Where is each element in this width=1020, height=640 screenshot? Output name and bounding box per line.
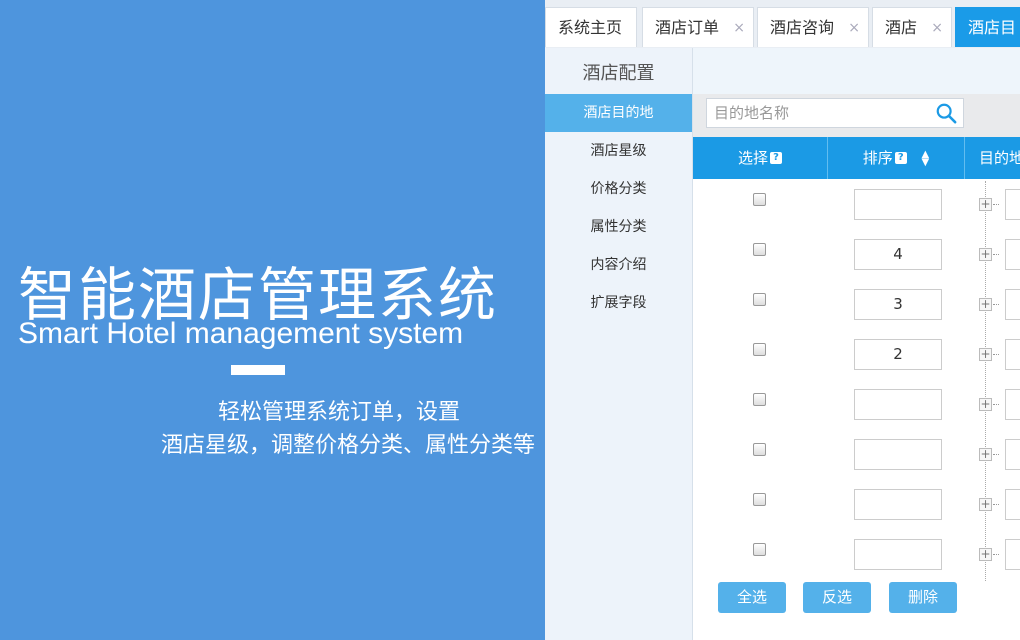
tab-hotel-orders[interactable]: 酒店订单 ×: [642, 7, 754, 47]
select-all-button[interactable]: 全选: [718, 582, 786, 613]
row-checkbox[interactable]: [753, 493, 766, 506]
col-destination-label: 目的地: [979, 149, 1020, 167]
expand-icon[interactable]: +: [979, 298, 992, 311]
hero-subtitle: Smart Hotel management system: [18, 317, 464, 350]
order-input[interactable]: [854, 489, 942, 520]
tree-connector: [993, 454, 999, 455]
tree-connector: [993, 504, 999, 505]
sidebar-title: 酒店配置: [582, 63, 655, 84]
tab-label: 酒店订单: [655, 18, 720, 37]
main-content: 目的地名称 选择? 排序? ▲ ▼ 目的地 + 4 + 3 + 2 + + + …: [693, 48, 1020, 640]
col-destination: 目的地: [965, 137, 1020, 179]
table-row: +: [693, 179, 1020, 229]
tab-home[interactable]: 系统主页: [545, 7, 637, 47]
row-checkbox[interactable]: [753, 243, 766, 256]
search-icon[interactable]: [935, 102, 957, 124]
sidebar-item-extension-fields[interactable]: 扩展字段: [545, 284, 692, 322]
hero-desc-line2: 酒店星级，调整价格分类、属性分类等: [160, 433, 535, 458]
table-row: +: [693, 479, 1020, 529]
help-icon[interactable]: ?: [770, 152, 782, 164]
tab-label: 酒店: [885, 18, 918, 37]
sidebar-item-content-intro[interactable]: 内容介绍: [545, 246, 692, 284]
expand-icon[interactable]: +: [979, 548, 992, 561]
table-row: 4 +: [693, 229, 1020, 279]
expand-icon[interactable]: +: [979, 248, 992, 261]
tab-hotel-inquiry[interactable]: 酒店咨询 ×: [757, 7, 869, 47]
expand-icon[interactable]: +: [979, 398, 992, 411]
tree-connector: [993, 304, 999, 305]
col-order-label: 排序: [862, 149, 893, 167]
destination-input[interactable]: [1005, 289, 1020, 320]
close-icon[interactable]: ×: [733, 8, 745, 48]
order-input[interactable]: 4: [854, 239, 942, 270]
search-input[interactable]: 目的地名称: [706, 98, 964, 128]
order-input[interactable]: 3: [854, 289, 942, 320]
order-input[interactable]: [854, 189, 942, 220]
table-header: 选择? 排序? ▲ ▼ 目的地: [693, 137, 1020, 179]
order-input[interactable]: [854, 389, 942, 420]
tree-connector: [993, 404, 999, 405]
filter-strip: [693, 48, 1020, 95]
row-checkbox[interactable]: [753, 343, 766, 356]
tab-hotel-destination[interactable]: 酒店目: [955, 7, 1020, 47]
row-checkbox[interactable]: [753, 443, 766, 456]
col-order[interactable]: 排序? ▲ ▼: [828, 137, 965, 179]
tab-label: 系统主页: [558, 18, 623, 37]
col-select-label: 选择: [737, 149, 768, 167]
table-row: +: [693, 529, 1020, 579]
sidebar-item-star-rating[interactable]: 酒店星级: [545, 132, 692, 170]
destination-input[interactable]: [1005, 239, 1020, 270]
app-window: 系统主页 酒店订单 × 酒店咨询 × 酒店 × 酒店目 酒店配置 酒店目的地 酒…: [545, 0, 1020, 640]
hero-panel: 智能酒店管理系统 Smart Hotel management system 轻…: [0, 0, 545, 640]
row-checkbox[interactable]: [753, 293, 766, 306]
destination-input[interactable]: [1005, 339, 1020, 370]
destination-input[interactable]: [1005, 439, 1020, 470]
invert-selection-button[interactable]: 反选: [803, 582, 871, 613]
order-input[interactable]: 2: [854, 339, 942, 370]
search-placeholder: 目的地名称: [714, 104, 790, 122]
table-row: +: [693, 379, 1020, 429]
order-input[interactable]: [854, 539, 942, 570]
tree-connector: [993, 254, 999, 255]
destination-input[interactable]: [1005, 489, 1020, 520]
destination-input[interactable]: [1005, 539, 1020, 570]
expand-icon[interactable]: +: [979, 498, 992, 511]
table-row: 3 +: [693, 279, 1020, 329]
row-checkbox[interactable]: [753, 543, 766, 556]
delete-button[interactable]: 删除: [889, 582, 957, 613]
help-icon[interactable]: ?: [894, 152, 907, 164]
expand-icon[interactable]: +: [979, 198, 992, 211]
tree-connector: [993, 554, 999, 555]
order-input[interactable]: [854, 439, 942, 470]
row-checkbox[interactable]: [753, 393, 766, 406]
search-bar: 目的地名称: [693, 94, 1020, 137]
col-select: 选择?: [693, 137, 828, 179]
expand-icon[interactable]: +: [979, 348, 992, 361]
tab-bar: 系统主页 酒店订单 × 酒店咨询 × 酒店 × 酒店目: [545, 0, 1020, 49]
table-row: +: [693, 429, 1020, 479]
tab-label: 酒店目: [968, 18, 1017, 37]
tree-connector: [993, 354, 999, 355]
row-checkbox[interactable]: [753, 193, 766, 206]
hero-description: 轻松管理系统订单，设置 酒店星级，调整价格分类、属性分类等: [0, 396, 535, 462]
table-row: 2 +: [693, 329, 1020, 379]
expand-icon[interactable]: +: [979, 448, 992, 461]
hero-divider: [231, 365, 285, 375]
sidebar: 酒店配置 酒店目的地 酒店星级 价格分类 属性分类 内容介绍 扩展字段: [545, 48, 693, 640]
destination-input[interactable]: [1005, 189, 1020, 220]
tab-label: 酒店咨询: [770, 18, 835, 37]
close-icon[interactable]: ×: [848, 8, 860, 48]
tab-hotel[interactable]: 酒店 ×: [872, 7, 952, 47]
sidebar-item-price-category[interactable]: 价格分类: [545, 170, 692, 208]
tree-connector: [993, 204, 999, 205]
sidebar-item-attribute-category[interactable]: 属性分类: [545, 208, 692, 246]
close-icon[interactable]: ×: [931, 8, 943, 48]
sidebar-item-destination[interactable]: 酒店目的地: [545, 94, 692, 132]
hero-desc-line1: 轻松管理系统订单，设置: [217, 400, 460, 425]
destination-input[interactable]: [1005, 389, 1020, 420]
sort-icon[interactable]: ▲ ▼: [922, 149, 930, 167]
